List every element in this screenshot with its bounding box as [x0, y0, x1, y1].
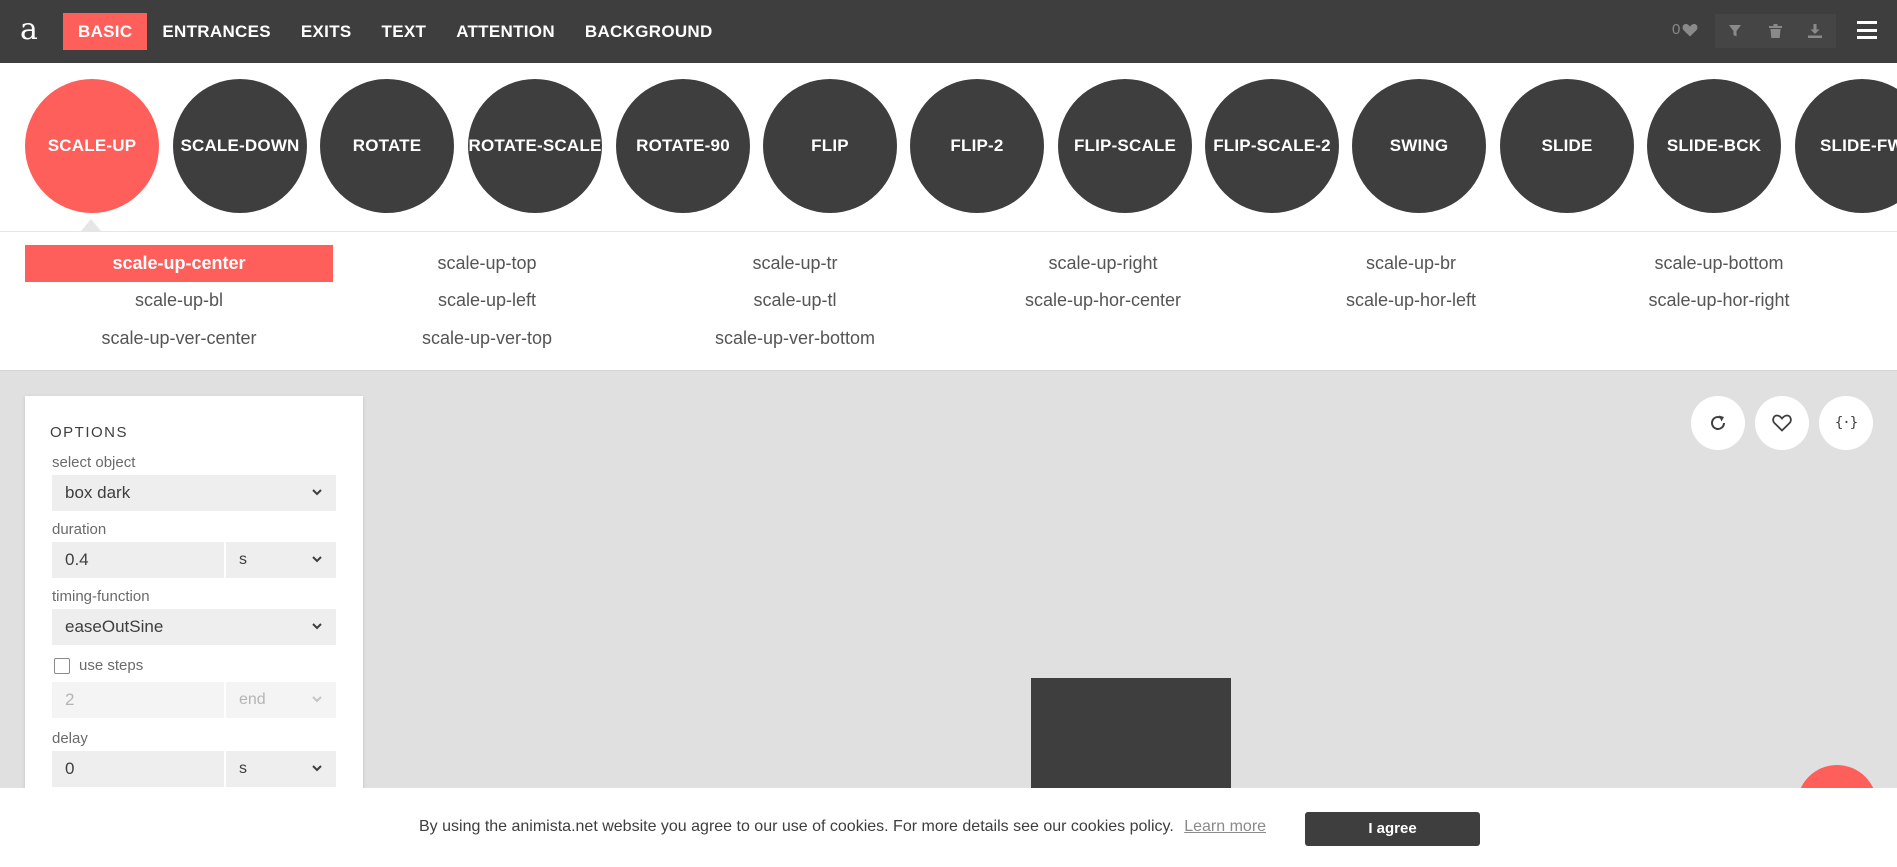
trash-icon	[1768, 24, 1782, 38]
variant-item[interactable]: scale-up-left	[333, 282, 641, 319]
variant-item[interactable]: scale-up-bl	[25, 282, 333, 319]
steps-position-select[interactable]: end	[226, 682, 336, 718]
variant-item[interactable]: scale-up-right	[949, 245, 1257, 282]
animation-slide-bck[interactable]: SLIDE-BCK	[1647, 79, 1781, 213]
selection-pointer	[81, 219, 101, 231]
duration-field: 0.4 s	[52, 542, 336, 578]
category-nav: BASIC ENTRANCES EXITS TEXT ATTENTION BAC…	[63, 13, 728, 50]
variant-item[interactable]: scale-up-hor-center	[949, 282, 1257, 319]
duration-unit: s	[239, 551, 247, 568]
animation-flip[interactable]: FLIP	[763, 79, 897, 213]
animation-slide[interactable]: SLIDE	[1500, 79, 1634, 213]
variant-item[interactable]: scale-up-ver-top	[333, 320, 641, 357]
nav-background[interactable]: BACKGROUND	[570, 13, 728, 50]
favorites-counter[interactable]: 0	[1672, 21, 1698, 38]
nav-attention[interactable]: ATTENTION	[441, 13, 570, 50]
chevron-down-icon	[312, 765, 322, 772]
hamburger-menu-icon[interactable]	[1857, 21, 1877, 39]
generate-code-button[interactable]: {·}	[1819, 396, 1873, 450]
nav-basic[interactable]: BASIC	[63, 13, 148, 50]
variant-list: scale-up-center scale-up-top scale-up-tr…	[0, 231, 1897, 371]
animation-rotate-90[interactable]: ROTATE-90	[616, 79, 750, 213]
animista-logo[interactable]: a	[20, 12, 44, 48]
code-icon: {·}	[1834, 415, 1858, 431]
variant-item[interactable]: scale-up-center	[25, 245, 333, 282]
delay-field: 0 s	[52, 751, 336, 787]
heart-icon	[1682, 23, 1698, 36]
cookie-banner: By using the animista.net website you ag…	[0, 788, 1897, 867]
animated-preview-box	[1031, 678, 1231, 798]
chevron-down-icon	[312, 696, 322, 703]
top-navigation-bar: a BASIC ENTRANCES EXITS TEXT ATTENTION B…	[0, 0, 1897, 63]
delay-unit: s	[239, 760, 247, 777]
download-button[interactable]	[1795, 14, 1835, 48]
agree-button[interactable]: I agree	[1305, 812, 1480, 846]
duration-label: duration	[52, 521, 107, 538]
steps-input[interactable]: 2	[52, 682, 224, 718]
delay-label: delay	[52, 730, 88, 747]
variant-item[interactable]: scale-up-hor-left	[1257, 282, 1565, 319]
timing-function-label: timing-function	[52, 588, 150, 605]
timing-function-value: easeOutSine	[65, 617, 164, 636]
chevron-down-icon	[312, 489, 322, 496]
delay-unit-select[interactable]: s	[226, 751, 336, 787]
use-steps-checkbox[interactable]	[54, 657, 70, 674]
variant-item[interactable]: scale-up-ver-center	[25, 320, 333, 357]
variant-item[interactable]: scale-up-tr	[641, 245, 949, 282]
select-object-label: select object	[52, 454, 136, 471]
learn-more-link[interactable]: Learn more	[1184, 818, 1266, 835]
delay-input[interactable]: 0	[52, 751, 224, 787]
variant-item[interactable]: scale-up-tl	[641, 282, 949, 319]
animation-slide-fwd[interactable]: SLIDE-FWD	[1795, 79, 1897, 213]
clear-favorites-button[interactable]	[1755, 14, 1795, 48]
cookie-message: By using the animista.net website you ag…	[419, 818, 1266, 836]
duration-input[interactable]: 0.4	[52, 542, 224, 578]
variant-item[interactable]: scale-up-br	[1257, 245, 1565, 282]
select-object-value: box dark	[65, 483, 131, 502]
nav-exits[interactable]: EXITS	[286, 13, 367, 50]
steps-position: end	[239, 691, 266, 708]
replay-icon	[1711, 415, 1725, 430]
favorite-button[interactable]	[1755, 396, 1809, 450]
select-object-dropdown[interactable]: box dark	[52, 475, 336, 511]
animation-flip-scale-2[interactable]: FLIP-SCALE-2	[1205, 79, 1339, 213]
options-title: OPTIONS	[50, 424, 129, 441]
filter-button[interactable]	[1715, 14, 1755, 48]
animation-swing[interactable]: SWING	[1352, 79, 1486, 213]
animation-scale-up[interactable]: SCALE-UP	[25, 79, 159, 213]
favorites-count: 0	[1672, 21, 1681, 38]
animation-group-carousel: SCALE-UP SCALE-DOWN ROTATE ROTATE-SCALE …	[0, 63, 1897, 231]
variant-item[interactable]: scale-up-hor-right	[1565, 282, 1873, 319]
use-steps-row: use steps	[54, 657, 143, 674]
animation-flip-scale[interactable]: FLIP-SCALE	[1058, 79, 1192, 213]
download-icon	[1808, 24, 1822, 38]
variant-item[interactable]: scale-up-top	[333, 245, 641, 282]
animation-rotate-scale[interactable]: ROTATE-SCALE	[468, 79, 602, 213]
heart-icon	[1772, 414, 1792, 432]
chevron-down-icon	[312, 623, 322, 630]
replay-button[interactable]	[1691, 396, 1745, 450]
duration-unit-select[interactable]: s	[226, 542, 336, 578]
nav-entrances[interactable]: ENTRANCES	[147, 13, 286, 50]
variant-item[interactable]: scale-up-ver-bottom	[641, 320, 949, 357]
nav-text[interactable]: TEXT	[367, 13, 442, 50]
animation-flip-2[interactable]: FLIP-2	[910, 79, 1044, 213]
cookie-text: By using the animista.net website you ag…	[419, 818, 1174, 835]
steps-field: 2 end	[52, 682, 336, 718]
chevron-down-icon	[312, 556, 322, 563]
use-steps-label: use steps	[79, 657, 144, 674]
timing-function-dropdown[interactable]: easeOutSine	[52, 609, 336, 645]
variant-item[interactable]: scale-up-bottom	[1565, 245, 1873, 282]
animation-scale-down[interactable]: SCALE-DOWN	[173, 79, 307, 213]
filter-icon	[1729, 25, 1741, 37]
animation-rotate[interactable]: ROTATE	[320, 79, 454, 213]
toolbar-actions	[1715, 14, 1836, 48]
